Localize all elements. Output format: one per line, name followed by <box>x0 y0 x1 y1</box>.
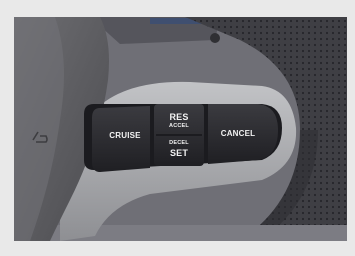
set-label: SET <box>169 148 189 158</box>
cancel-label: CANCEL <box>220 129 256 138</box>
decel-label: DECEL <box>169 140 189 146</box>
dashboard-knob <box>210 33 220 43</box>
res-label: RES <box>169 112 189 122</box>
photo-area <box>14 17 347 241</box>
accel-label: ACCEL <box>169 123 189 129</box>
steering-wheel-photo: CRUISE RES ACCEL DECEL SET CANCEL <box>0 0 355 251</box>
cruise-label: CRUISE <box>109 131 141 140</box>
